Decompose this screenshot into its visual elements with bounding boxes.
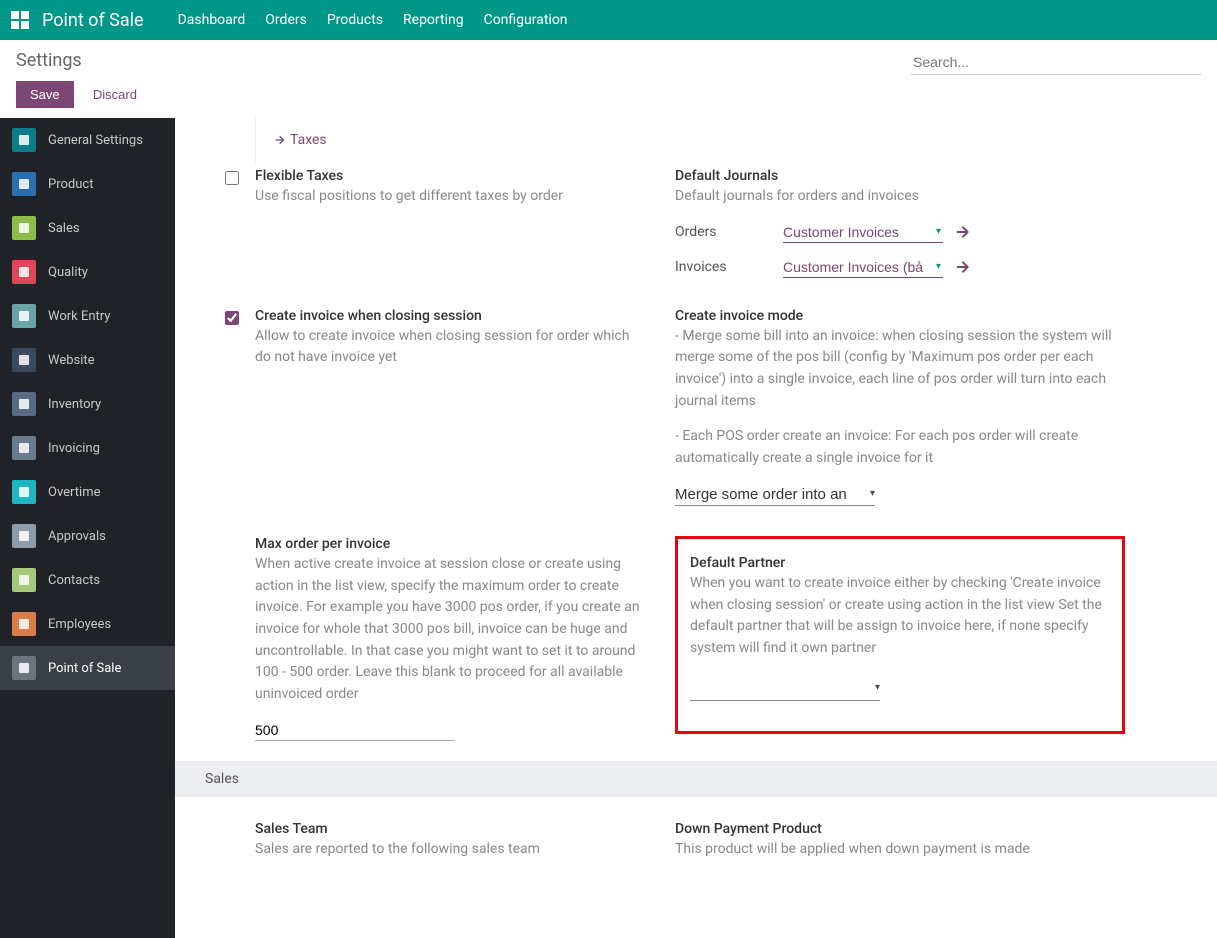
caret-down-icon[interactable]: ▾ xyxy=(936,261,941,272)
sidebar-item-label: Product xyxy=(48,177,93,192)
sidebar-icon xyxy=(12,304,36,328)
taxes-link[interactable]: Taxes xyxy=(256,118,327,162)
create-invoice-desc: Allow to create invoice when closing ses… xyxy=(255,326,645,369)
discard-button[interactable]: Discard xyxy=(83,81,147,108)
sidebar-item-label: Overtime xyxy=(48,485,100,500)
orders-journal-input[interactable] xyxy=(783,222,943,243)
sidebar-item-label: Work Entry xyxy=(48,309,110,324)
invoices-label: Invoices xyxy=(675,259,775,275)
save-button[interactable]: Save xyxy=(16,81,74,108)
invoice-mode-select[interactable] xyxy=(675,484,875,506)
breadcrumb: Settings xyxy=(16,50,82,71)
sidebar-item-label: Invoicing xyxy=(48,441,100,456)
max-order-input[interactable] xyxy=(255,720,455,741)
invoices-journal-input[interactable] xyxy=(783,257,943,278)
down-payment-title: Down Payment Product xyxy=(675,821,1125,837)
sidebar-icon xyxy=(12,216,36,240)
default-journals-desc: Default journals for orders and invoices xyxy=(675,186,1125,208)
action-bar: Save Discard xyxy=(0,75,1217,118)
create-invoice-checkbox[interactable] xyxy=(225,311,239,325)
sidebar-item-general-settings[interactable]: General Settings xyxy=(0,118,175,162)
sidebar-icon xyxy=(12,392,36,416)
app-title[interactable]: Point of Sale xyxy=(42,10,144,31)
settings-sidebar: General Settings Product Sales Quality Work … xyxy=(0,118,175,938)
default-partner-desc: When you want to create invoice either b… xyxy=(690,573,1110,660)
invoice-mode-title: Create invoice mode xyxy=(675,308,1125,324)
default-partner-title: Default Partner xyxy=(690,555,1110,571)
sidebar-item-label: Inventory xyxy=(48,397,101,412)
sales-team-desc: Sales are reported to the following sale… xyxy=(255,839,645,861)
sidebar-item-overtime[interactable]: Overtime xyxy=(0,470,175,514)
sidebar-item-invoicing[interactable]: Invoicing xyxy=(0,426,175,470)
sidebar-item-website[interactable]: Website xyxy=(0,338,175,382)
sidebar-icon xyxy=(12,172,36,196)
flexible-taxes-title: Flexible Taxes xyxy=(255,168,645,184)
down-payment-desc: This product will be applied when down p… xyxy=(675,839,1125,861)
taxes-link-label: Taxes xyxy=(290,132,327,148)
sidebar-item-label: Point of Sale xyxy=(48,661,121,676)
sidebar-item-sales[interactable]: Sales xyxy=(0,206,175,250)
default-partner-input[interactable] xyxy=(690,680,880,701)
caret-down-icon[interactable]: ▾ xyxy=(870,488,875,499)
caret-down-icon[interactable]: ▾ xyxy=(936,226,941,237)
flexible-taxes-checkbox[interactable] xyxy=(225,171,239,185)
invoice-mode-desc1: - Merge some bill into an invoice: when … xyxy=(675,326,1125,413)
nav-reporting[interactable]: Reporting xyxy=(393,12,474,28)
default-partner-highlight: Default Partner When you want to create … xyxy=(675,536,1125,734)
sidebar-item-label: Website xyxy=(48,353,95,368)
sidebar-item-label: Contacts xyxy=(48,573,100,588)
default-journals-title: Default Journals xyxy=(675,168,1125,184)
sidebar-item-work-entry[interactable]: Work Entry xyxy=(0,294,175,338)
nav-orders[interactable]: Orders xyxy=(255,12,317,28)
invoices-external-link-icon[interactable] xyxy=(955,259,971,275)
sales-section-header: Sales xyxy=(175,761,1217,797)
sidebar-item-inventory[interactable]: Inventory xyxy=(0,382,175,426)
sidebar-icon xyxy=(12,348,36,372)
invoice-mode-desc2: - Each POS order create an invoice: For … xyxy=(675,426,1125,469)
sidebar-item-label: Quality xyxy=(48,265,88,280)
sidebar-icon xyxy=(12,260,36,284)
topbar: Point of Sale Dashboard Orders Products … xyxy=(0,0,1217,40)
sidebar-icon xyxy=(12,128,36,152)
sidebar-item-label: General Settings xyxy=(48,133,143,148)
sidebar-item-label: Approvals xyxy=(48,529,106,544)
caret-down-icon[interactable]: ▾ xyxy=(875,682,880,693)
arrow-right-icon xyxy=(274,134,286,146)
max-order-title: Max order per invoice xyxy=(255,536,645,552)
sidebar-item-label: Sales xyxy=(48,221,80,236)
sidebar-item-employees[interactable]: Employees xyxy=(0,602,175,646)
sales-team-title: Sales Team xyxy=(255,821,645,837)
sidebar-item-label: Employees xyxy=(48,617,111,632)
sidebar-item-approvals[interactable]: Approvals xyxy=(0,514,175,558)
apps-icon[interactable] xyxy=(8,8,32,32)
header-row: Settings xyxy=(0,40,1217,75)
search-input[interactable] xyxy=(911,50,1201,75)
sidebar-icon xyxy=(12,524,36,548)
orders-label: Orders xyxy=(675,224,775,240)
sidebar-icon xyxy=(12,656,36,680)
max-order-desc: When active create invoice at session cl… xyxy=(255,554,645,706)
sidebar-item-point-of-sale[interactable]: Point of Sale xyxy=(0,646,175,690)
sidebar-icon xyxy=(12,568,36,592)
sidebar-icon xyxy=(12,436,36,460)
sidebar-icon xyxy=(12,612,36,636)
sidebar-item-quality[interactable]: Quality xyxy=(0,250,175,294)
flexible-taxes-desc: Use fiscal positions to get different ta… xyxy=(255,186,645,208)
content-area: Taxes Flexible Taxes Use fiscal position… xyxy=(175,118,1217,938)
sidebar-item-contacts[interactable]: Contacts xyxy=(0,558,175,602)
nav-products[interactable]: Products xyxy=(317,12,393,28)
orders-external-link-icon[interactable] xyxy=(955,224,971,240)
nav-dashboard[interactable]: Dashboard xyxy=(168,12,256,28)
sidebar-icon xyxy=(12,480,36,504)
create-invoice-title: Create invoice when closing session xyxy=(255,308,645,324)
sidebar-item-product[interactable]: Product xyxy=(0,162,175,206)
nav-configuration[interactable]: Configuration xyxy=(474,12,578,28)
